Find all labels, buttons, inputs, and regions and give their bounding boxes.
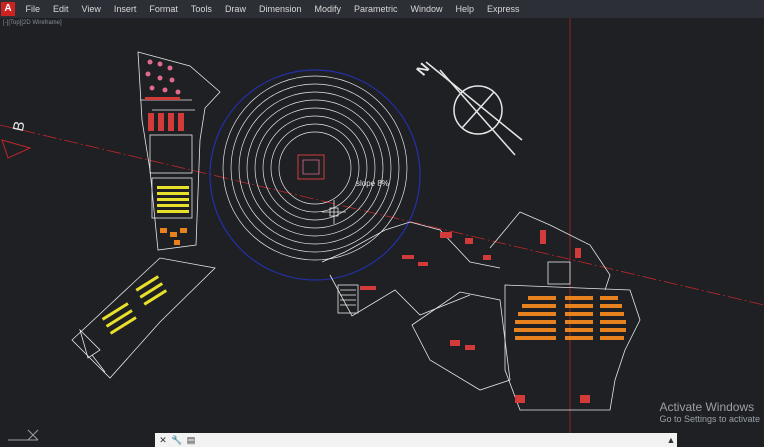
close-icon[interactable]: ✕ [157,434,169,446]
activate-windows-watermark: Activate Windows Go to Settings to activ… [659,400,760,424]
lower-left-seats [101,275,168,335]
wrench-icon[interactable]: 🔧 [171,434,183,446]
left-wing [137,51,221,251]
menu-modify[interactable]: Modify [308,0,348,18]
section-line [0,124,764,306]
menu-draw[interactable]: Draw [218,0,252,18]
menu-help[interactable]: Help [449,0,481,18]
classroom-seats-yellow [157,186,189,213]
menu-edit[interactable]: Edit [47,0,76,18]
slope-label: slope 8% [356,179,389,188]
right-complex [411,211,641,411]
command-history-icon[interactable]: ▤ [185,434,197,446]
amphitheater [222,75,408,261]
floor-plan-drawing[interactable]: B slope 8% N [0,18,764,447]
center-red-blocks [360,232,491,290]
right-red-blocks [450,230,590,403]
command-line[interactable]: ✕ 🔧 ▤ ▲ [155,433,677,447]
menu-express[interactable]: Express [481,0,527,18]
north-label: N [413,60,433,79]
menu-insert[interactable]: Insert [107,0,143,18]
ucs-icon [8,429,39,441]
autocad-logo-icon[interactable]: A [1,2,15,16]
chevron-up-icon[interactable]: ▲ [665,434,677,446]
left-wing-tables [145,59,181,95]
section-label: B [10,120,29,133]
menu-tools[interactable]: Tools [184,0,218,18]
watermark-subtitle: Go to Settings to activate [659,414,760,424]
menu-window[interactable]: Window [404,0,449,18]
menu-parametric[interactable]: Parametric [348,0,405,18]
menu-format[interactable]: Format [143,0,185,18]
left-wing-red-blocks [145,97,184,131]
menu-dimension[interactable]: Dimension [252,0,308,18]
site-circle [209,69,421,281]
section-arrow [1,139,32,159]
menu-bar: A File Edit View Insert Format Tools Dra… [0,0,764,19]
watermark-title: Activate Windows [659,400,755,414]
north-arrow-icon [425,61,523,156]
command-input[interactable] [201,434,663,446]
stage-center [297,154,325,180]
orange-furniture [160,228,187,245]
lower-left-block [71,257,216,379]
menu-file[interactable]: File [19,0,47,18]
menu-view[interactable]: View [75,0,107,18]
